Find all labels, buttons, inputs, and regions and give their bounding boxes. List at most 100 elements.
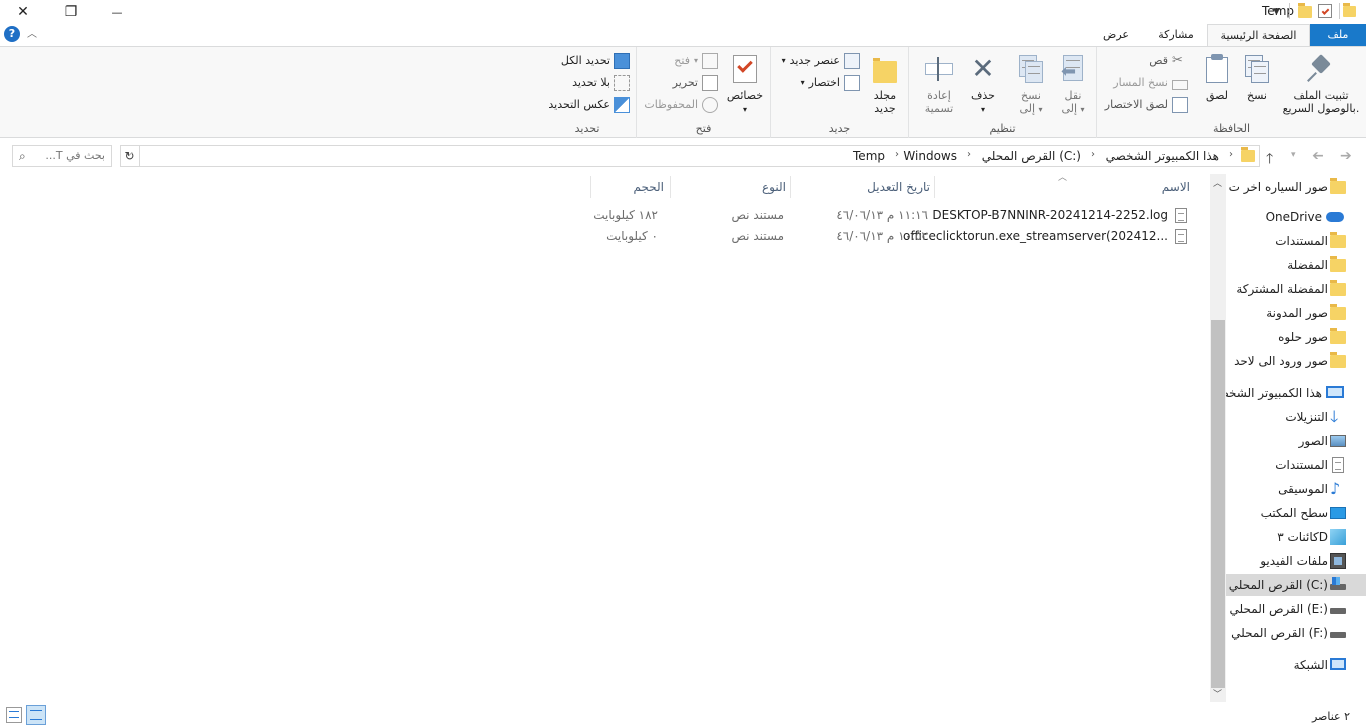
delete-button[interactable]: ✕ حذف ▾ (963, 53, 1003, 116)
minimize-button[interactable]: — (94, 0, 140, 24)
nav-item-flower-pictures[interactable]: صور ورود الى لاحد (1226, 350, 1366, 372)
nav-item-drive-c[interactable]: القرص المحلي (C:) (1226, 574, 1366, 596)
copy-button[interactable]: نسخ (1239, 53, 1275, 102)
open-group: خصائص ▾ ▾ فتح تحرير المحفوظات فتح (636, 47, 770, 138)
nav-item-documents-pc[interactable]: المستندات (1226, 454, 1366, 476)
new-item-icon (844, 53, 860, 69)
breadcrumb-separator[interactable]: › (967, 149, 971, 160)
nav-item-network[interactable]: الشبكة (1226, 654, 1366, 676)
paste-shortcut-icon (1172, 97, 1188, 113)
nav-item-downloads[interactable]: 🡓 التنزيلات (1226, 406, 1366, 428)
nav-item-drive-e[interactable]: القرص المحلي (E:) (1226, 598, 1366, 620)
close-button[interactable]: ✕ (0, 0, 46, 24)
select-all-button[interactable]: تحديد الكل (561, 52, 630, 70)
new-item-button[interactable]: عنصر جديد ▾ (782, 52, 860, 70)
column-header-name[interactable]: الاسم (1162, 174, 1190, 200)
nav-item-favorites[interactable]: المفضلة (1226, 254, 1366, 276)
scissors-icon: ✂ (1172, 53, 1183, 68)
column-separator[interactable] (934, 176, 935, 198)
text-file-icon (1175, 208, 1187, 223)
tab-share[interactable]: مشاركة (1146, 24, 1206, 46)
nav-item-music[interactable]: ♪ الموسيقى (1226, 478, 1366, 500)
breadcrumb-temp[interactable]: Temp (853, 149, 885, 163)
nav-item-onedrive[interactable]: OneDrive (1226, 206, 1366, 228)
details-view-button[interactable] (6, 707, 22, 723)
new-folder-button[interactable]: مجلد جديد (867, 53, 903, 115)
breadcrumb-windows[interactable]: Windows (903, 149, 957, 163)
folder-icon (1298, 3, 1312, 18)
column-separator[interactable] (790, 176, 791, 198)
move-to-button[interactable]: ⬅ نقل إلى ▾ (1055, 53, 1091, 116)
select-group-label: تحديد (574, 122, 600, 135)
nav-item-drive-f[interactable]: القرص المحلي (F:) (1226, 622, 1366, 644)
column-separator[interactable] (670, 176, 671, 198)
cut-button[interactable]: ✂ قص (1149, 52, 1188, 70)
scrollbar-thumb[interactable] (1211, 320, 1225, 688)
properties-quick-icon[interactable] (1318, 4, 1332, 18)
paste-icon (1201, 53, 1233, 85)
properties-button[interactable]: خصائص ▾ (725, 53, 765, 116)
nav-item-this-pc[interactable]: هذا الكمبيوتر الشخصي (1226, 382, 1366, 404)
clipboard-group-label: الحافظة (1212, 122, 1251, 135)
file-name[interactable]: officeclicktorun.exe_streamserver(202412… (903, 226, 1168, 246)
nav-item-pictures[interactable]: الصور (1226, 430, 1366, 452)
breadcrumb-separator[interactable]: › (895, 149, 899, 160)
column-separator[interactable] (590, 176, 591, 198)
forward-arrow-icon[interactable]: ➔ (1312, 148, 1324, 164)
customize-quick-access-icon[interactable]: ▼ (1273, 7, 1280, 17)
tab-file[interactable]: ملف (1310, 24, 1366, 46)
nav-item-folder[interactable]: صور السياره اخر ت (1226, 176, 1366, 198)
collapse-ribbon-icon[interactable]: ︿ (27, 25, 37, 40)
tab-home[interactable]: الصفحة الرئيسية (1207, 24, 1310, 47)
delete-x-icon: ✕ (971, 52, 995, 85)
column-header-modified[interactable]: تاريخ التعديل (867, 174, 930, 200)
recent-locations-icon[interactable]: ▾ (1291, 150, 1296, 160)
edit-button[interactable]: تحرير (673, 74, 718, 92)
pictures-icon (1330, 435, 1346, 447)
shortcut-button[interactable]: اختصار ▾ (801, 74, 860, 92)
move-to-icon: ⬅ (1057, 53, 1089, 85)
scroll-down-icon[interactable]: ﹀ (1213, 687, 1222, 700)
nav-item-videos[interactable]: ملفات الفيديو (1226, 550, 1366, 572)
paste-shortcut-button[interactable]: لصق الاختصار (1105, 96, 1188, 114)
open-button[interactable]: ▾ فتح (674, 52, 718, 70)
search-box[interactable]: ⌕ (12, 145, 112, 167)
list-view-button[interactable] (26, 705, 46, 725)
folder-icon (1330, 352, 1346, 368)
tab-view[interactable]: عرض (1093, 24, 1139, 46)
scroll-up-icon[interactable]: ︿ (1213, 176, 1222, 189)
folder-icon (1330, 304, 1346, 320)
new-folder-quick-icon[interactable] (1343, 3, 1356, 17)
up-arrow-icon[interactable]: 🡑 (1266, 148, 1273, 172)
copy-path-button[interactable]: نسخ المسار (1113, 74, 1188, 92)
nav-item-3d-objects[interactable]: كائنات ٣D (1226, 526, 1366, 548)
back-arrow-icon[interactable]: ➔ (1340, 148, 1352, 164)
breadcrumb-this-pc[interactable]: هذا الكمبيوتر الشخصي (1106, 149, 1219, 163)
history-button[interactable]: المحفوظات (644, 96, 718, 114)
column-header-type[interactable]: النوع (762, 174, 786, 200)
copy-to-button[interactable]: نسخ إلى ▾ (1013, 53, 1049, 116)
help-icon[interactable]: ? (4, 26, 20, 42)
search-input[interactable] (35, 149, 105, 162)
pin-icon (1305, 53, 1337, 85)
file-name[interactable]: DESKTOP-B7NNINR-20241214-2252.log (932, 205, 1168, 225)
breadcrumb-separator[interactable]: › (1091, 149, 1095, 160)
breadcrumb-separator[interactable]: › (1229, 149, 1233, 160)
nav-item-shared-favorites[interactable]: المفضلة المشتركة (1226, 278, 1366, 300)
nav-item-desktop[interactable]: سطح المكتب (1226, 502, 1366, 524)
invert-selection-button[interactable]: عكس التحديد (548, 96, 630, 114)
nav-item-nice-pictures[interactable]: صور حلوه (1226, 326, 1366, 348)
breadcrumb-drive-c[interactable]: القرص المحلي (C:) (982, 149, 1081, 163)
select-none-button[interactable]: بلا تحديد (572, 74, 630, 92)
paste-button[interactable]: لصق (1199, 53, 1235, 102)
restore-button[interactable]: ❐ (48, 0, 94, 24)
column-header-size[interactable]: الحجم (634, 174, 664, 200)
rename-button[interactable]: إعادة تسمية (917, 53, 961, 115)
file-modified: ١١:١٦ م ٤٦/٠٦/١٣ (836, 208, 928, 222)
refresh-button[interactable]: ↻ (120, 145, 140, 167)
properties-icon (729, 53, 761, 85)
address-bar[interactable]: ⌵ › هذا الكمبيوتر الشخصي › القرص المحلي … (120, 145, 1260, 167)
nav-item-documents[interactable]: المستندات (1226, 230, 1366, 252)
nav-item-blog-pictures[interactable]: صور المدونة (1226, 302, 1366, 324)
pin-quick-access-button[interactable]: تثبيت الملف بالوصول السريع. (1281, 53, 1361, 115)
